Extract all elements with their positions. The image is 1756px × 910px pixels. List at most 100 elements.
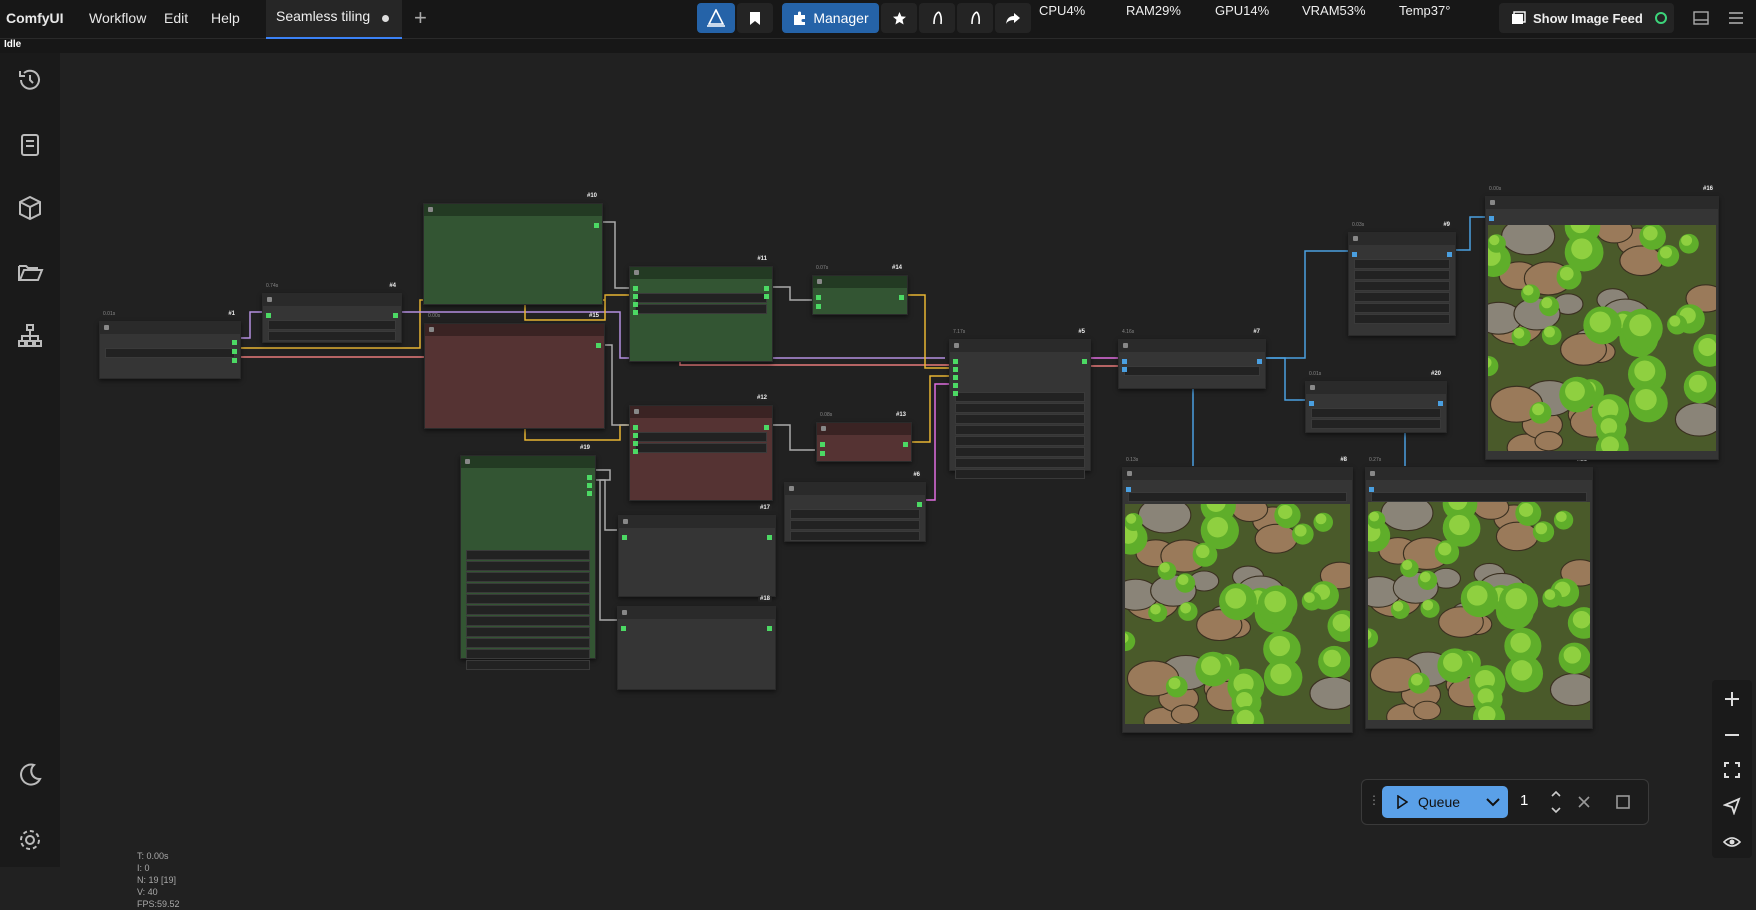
- queue-count-input[interactable]: 1: [1520, 792, 1528, 809]
- node-widget-row[interactable]: [955, 436, 1085, 446]
- input-slot[interactable]: [622, 535, 627, 540]
- input-slot[interactable]: [633, 441, 638, 446]
- input-slot[interactable]: [633, 302, 638, 307]
- output-slot[interactable]: [1447, 252, 1452, 257]
- collapse-dot-icon[interactable]: [428, 207, 433, 212]
- node-widget-row[interactable]: [1128, 492, 1347, 502]
- model-button-2[interactable]: [957, 3, 993, 33]
- node-header[interactable]: #19: [461, 445, 595, 468]
- folder-icon[interactable]: [16, 258, 44, 286]
- graph-node[interactable]: #4 0.74s: [262, 283, 402, 343]
- node-widget-row[interactable]: [466, 627, 590, 637]
- input-slot[interactable]: [820, 451, 825, 456]
- collapse-dot-icon[interactable]: [1490, 200, 1495, 205]
- graph-node[interactable]: #16 0.00s: [1485, 186, 1719, 460]
- node-header[interactable]: #11: [630, 256, 772, 279]
- output-slot[interactable]: [587, 475, 592, 480]
- node-widget-row[interactable]: [466, 594, 590, 604]
- navigate-icon[interactable]: [1723, 797, 1741, 815]
- graph-node[interactable]: #6: [784, 472, 926, 542]
- output-slot[interactable]: [587, 483, 592, 488]
- stepper-arrows-icon[interactable]: [1550, 788, 1562, 816]
- output-slot[interactable]: [393, 313, 398, 318]
- graph-node[interactable]: #10: [423, 193, 603, 305]
- node-widget-row[interactable]: [1354, 281, 1450, 291]
- output-slot[interactable]: [764, 425, 769, 430]
- node-header[interactable]: #5 7.17s: [950, 329, 1090, 352]
- input-slot[interactable]: [633, 294, 638, 299]
- graph-node[interactable]: #15 0.00s: [424, 313, 605, 429]
- node-widget-row[interactable]: [1354, 314, 1450, 324]
- collapse-dot-icon[interactable]: [634, 270, 639, 275]
- graph-node[interactable]: #19: [460, 445, 596, 670]
- node-widget-row[interactable]: [955, 403, 1085, 413]
- collapse-dot-icon[interactable]: [821, 426, 826, 431]
- output-slot[interactable]: [764, 286, 769, 291]
- node-header[interactable]: #9 0.03s: [1349, 222, 1455, 245]
- input-slot[interactable]: [621, 626, 626, 631]
- node-widget-row[interactable]: [1371, 492, 1587, 502]
- node-header[interactable]: #6: [785, 472, 925, 495]
- input-slot[interactable]: [1309, 401, 1314, 406]
- queue-button[interactable]: Queue: [1382, 786, 1508, 818]
- node-widget-row[interactable]: [466, 583, 590, 593]
- history-icon[interactable]: [16, 66, 44, 94]
- input-slot[interactable]: [953, 359, 958, 364]
- graph-node[interactable]: #1 0.01s: [99, 311, 241, 379]
- output-slot[interactable]: [764, 294, 769, 299]
- input-slot[interactable]: [633, 310, 638, 315]
- node-widget-row[interactable]: [268, 331, 396, 341]
- graph-node[interactable]: #14 0.07s: [812, 265, 908, 315]
- node-widget-row[interactable]: [466, 649, 590, 659]
- node-widget-row[interactable]: [105, 348, 235, 358]
- add-tab-icon[interactable]: +: [414, 5, 427, 31]
- unsaved-dot-icon[interactable]: [382, 15, 389, 22]
- output-slot[interactable]: [594, 223, 599, 228]
- node-widget-row[interactable]: [466, 638, 590, 648]
- node-header[interactable]: #1 0.01s: [100, 311, 240, 334]
- model-button-1[interactable]: [919, 3, 955, 33]
- node-widget-row[interactable]: [955, 425, 1085, 435]
- output-slot[interactable]: [1438, 401, 1443, 406]
- menu-edit[interactable]: Edit: [164, 10, 188, 26]
- node-header[interactable]: #8 0.13s: [1123, 457, 1352, 480]
- collapse-dot-icon[interactable]: [429, 327, 434, 332]
- node-header[interactable]: #4 0.74s: [263, 283, 401, 306]
- star-button[interactable]: [881, 3, 917, 33]
- fit-view-icon[interactable]: [1723, 761, 1741, 779]
- node-widget-row[interactable]: [790, 531, 920, 541]
- output-slot[interactable]: [899, 295, 904, 300]
- input-slot[interactable]: [633, 433, 638, 438]
- graph-node[interactable]: #17: [618, 505, 776, 597]
- node-widget-row[interactable]: [1124, 366, 1260, 376]
- node-widget-row[interactable]: [1354, 292, 1450, 302]
- collapse-dot-icon[interactable]: [1123, 343, 1128, 348]
- node-header[interactable]: #12: [630, 395, 772, 418]
- comfy-logo-button[interactable]: [697, 3, 735, 33]
- output-slot[interactable]: [587, 491, 592, 496]
- node-widget-row[interactable]: [1354, 270, 1450, 280]
- node-widget-row[interactable]: [790, 509, 920, 519]
- collapse-dot-icon[interactable]: [623, 519, 628, 524]
- input-slot[interactable]: [633, 286, 638, 291]
- output-slot[interactable]: [232, 358, 237, 363]
- collapse-dot-icon[interactable]: [104, 325, 109, 330]
- hamburger-menu-icon[interactable]: [1728, 11, 1744, 25]
- zoom-out-icon[interactable]: [1723, 726, 1741, 744]
- node-header[interactable]: #20 0.01s: [1306, 371, 1446, 394]
- node-widget-row[interactable]: [635, 293, 767, 303]
- moon-icon[interactable]: [16, 761, 44, 789]
- node-widget-row[interactable]: [955, 414, 1085, 424]
- graph-node[interactable]: #9 0.03s: [1348, 222, 1456, 336]
- node-header[interactable]: #17: [619, 505, 775, 528]
- collapse-dot-icon[interactable]: [267, 297, 272, 302]
- graph-node[interactable]: #18: [617, 596, 776, 690]
- input-slot[interactable]: [820, 442, 825, 447]
- cube-icon[interactable]: [16, 194, 44, 222]
- input-slot[interactable]: [1352, 252, 1357, 257]
- node-widget-row[interactable]: [955, 458, 1085, 468]
- output-slot[interactable]: [767, 535, 772, 540]
- graph-node[interactable]: #12: [629, 395, 773, 501]
- node-widget-row[interactable]: [955, 447, 1085, 457]
- input-slot[interactable]: [1369, 487, 1374, 492]
